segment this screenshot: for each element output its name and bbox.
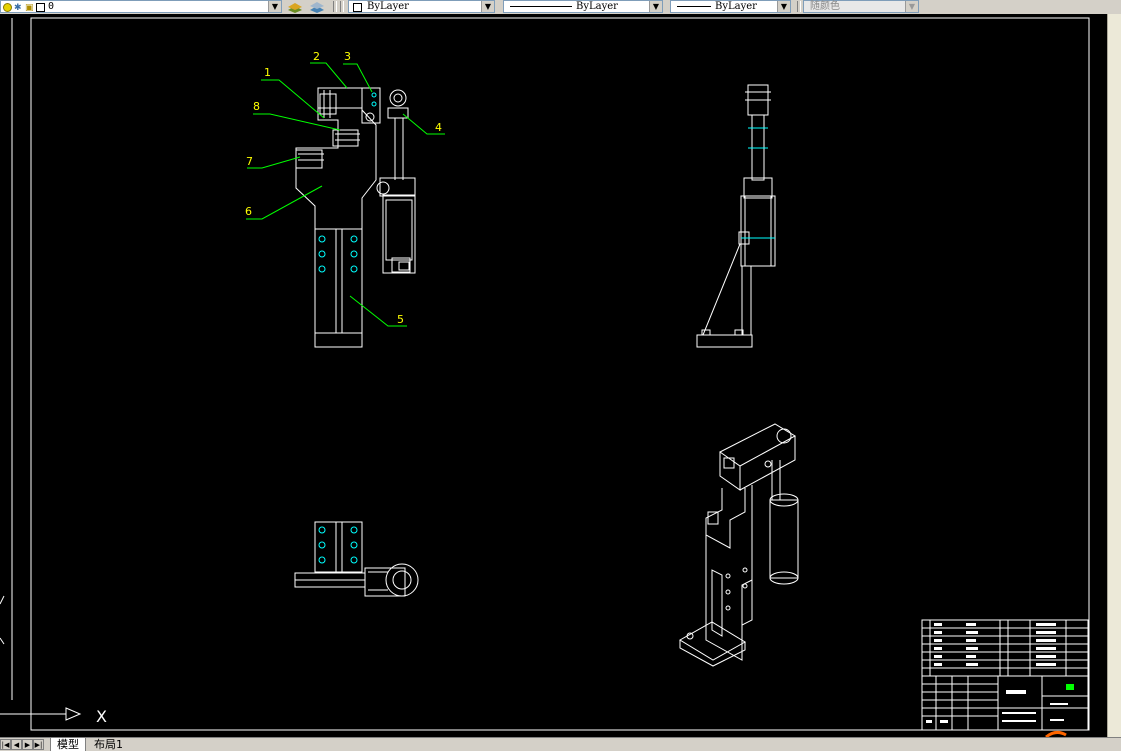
layout-tab-bar: |◀ ◀ ▶ ▶| 模型 布局1 bbox=[0, 737, 1121, 751]
chevron-down-icon[interactable]: ▼ bbox=[777, 1, 790, 12]
balloon-5: 5 bbox=[397, 313, 404, 326]
color-control-value: ByLayer bbox=[367, 1, 409, 12]
lineweight-control[interactable]: ByLayer ▼ bbox=[670, 0, 791, 13]
toolbar-separator bbox=[340, 1, 344, 12]
toolbar-separator bbox=[797, 1, 801, 12]
top-view-holes bbox=[318, 526, 358, 564]
tab-nav-first-icon[interactable]: |◀ bbox=[0, 739, 11, 750]
balloon-2: 2 bbox=[313, 50, 320, 63]
tab-nav-last-icon[interactable]: ▶| bbox=[33, 739, 44, 750]
toolbar-separator bbox=[333, 1, 337, 12]
isometric-view bbox=[679, 423, 799, 667]
vertical-scrollbar[interactable] bbox=[1107, 14, 1121, 737]
title-block-stamp bbox=[1066, 684, 1074, 690]
layer-color-swatch bbox=[36, 3, 45, 12]
color-control[interactable]: ByLayer ▼ bbox=[348, 0, 495, 13]
chevron-down-icon[interactable]: ▼ bbox=[905, 1, 918, 12]
tab-nav-prev-icon[interactable]: ◀ bbox=[11, 739, 22, 750]
plotstyle-control-value: 随颜色 bbox=[810, 1, 840, 12]
layer-on-icon bbox=[3, 3, 12, 12]
layer-lock-icon: ▣ bbox=[25, 3, 34, 13]
tab-model[interactable]: 模型 bbox=[50, 738, 86, 751]
balloon-8: 8 bbox=[253, 100, 260, 113]
chevron-down-icon[interactable]: ▼ bbox=[268, 1, 281, 12]
side-view bbox=[696, 84, 776, 348]
color-swatch bbox=[353, 3, 362, 12]
lineweight-control-value: ByLayer bbox=[715, 1, 757, 12]
layer-freeze-icon: ✱ bbox=[14, 3, 22, 13]
linetype-control[interactable]: ByLayer ▼ bbox=[503, 0, 663, 13]
ucs-x-label: X bbox=[96, 707, 107, 726]
balloon-labels: 1 2 3 4 5 6 7 8 bbox=[245, 50, 442, 326]
lineweight-sample bbox=[677, 5, 711, 7]
side-view-detail bbox=[741, 127, 775, 239]
linetype-control-value: ByLayer bbox=[576, 1, 618, 12]
balloon-6: 6 bbox=[245, 205, 252, 218]
layer-control[interactable]: ✱ ▣ 0 ▼ bbox=[0, 0, 282, 13]
make-layer-current-icon[interactable] bbox=[286, 0, 304, 13]
plotstyle-control[interactable]: 随颜色 ▼ bbox=[803, 0, 919, 13]
tab-nav-next-icon[interactable]: ▶ bbox=[22, 739, 33, 750]
layer-name: 0 bbox=[48, 1, 55, 12]
linetype-sample bbox=[510, 5, 572, 7]
model-space-canvas[interactable]: 1 2 3 4 5 6 7 8 X bbox=[0, 14, 1107, 737]
front-view bbox=[295, 87, 416, 348]
chevron-down-icon[interactable]: ▼ bbox=[649, 1, 662, 12]
balloon-4: 4 bbox=[435, 121, 442, 134]
properties-toolbar: ✱ ▣ 0 ▼ ByLayer ▼ ByLayer ▼ ByLayer ▼ 随颜… bbox=[0, 0, 1121, 15]
tab-layout1[interactable]: 布局1 bbox=[88, 738, 129, 751]
balloon-7: 7 bbox=[246, 155, 253, 168]
chevron-down-icon[interactable]: ▼ bbox=[481, 1, 494, 12]
layer-previous-icon[interactable] bbox=[308, 0, 326, 13]
balloon-3: 3 bbox=[344, 50, 351, 63]
balloon-1: 1 bbox=[264, 66, 271, 79]
